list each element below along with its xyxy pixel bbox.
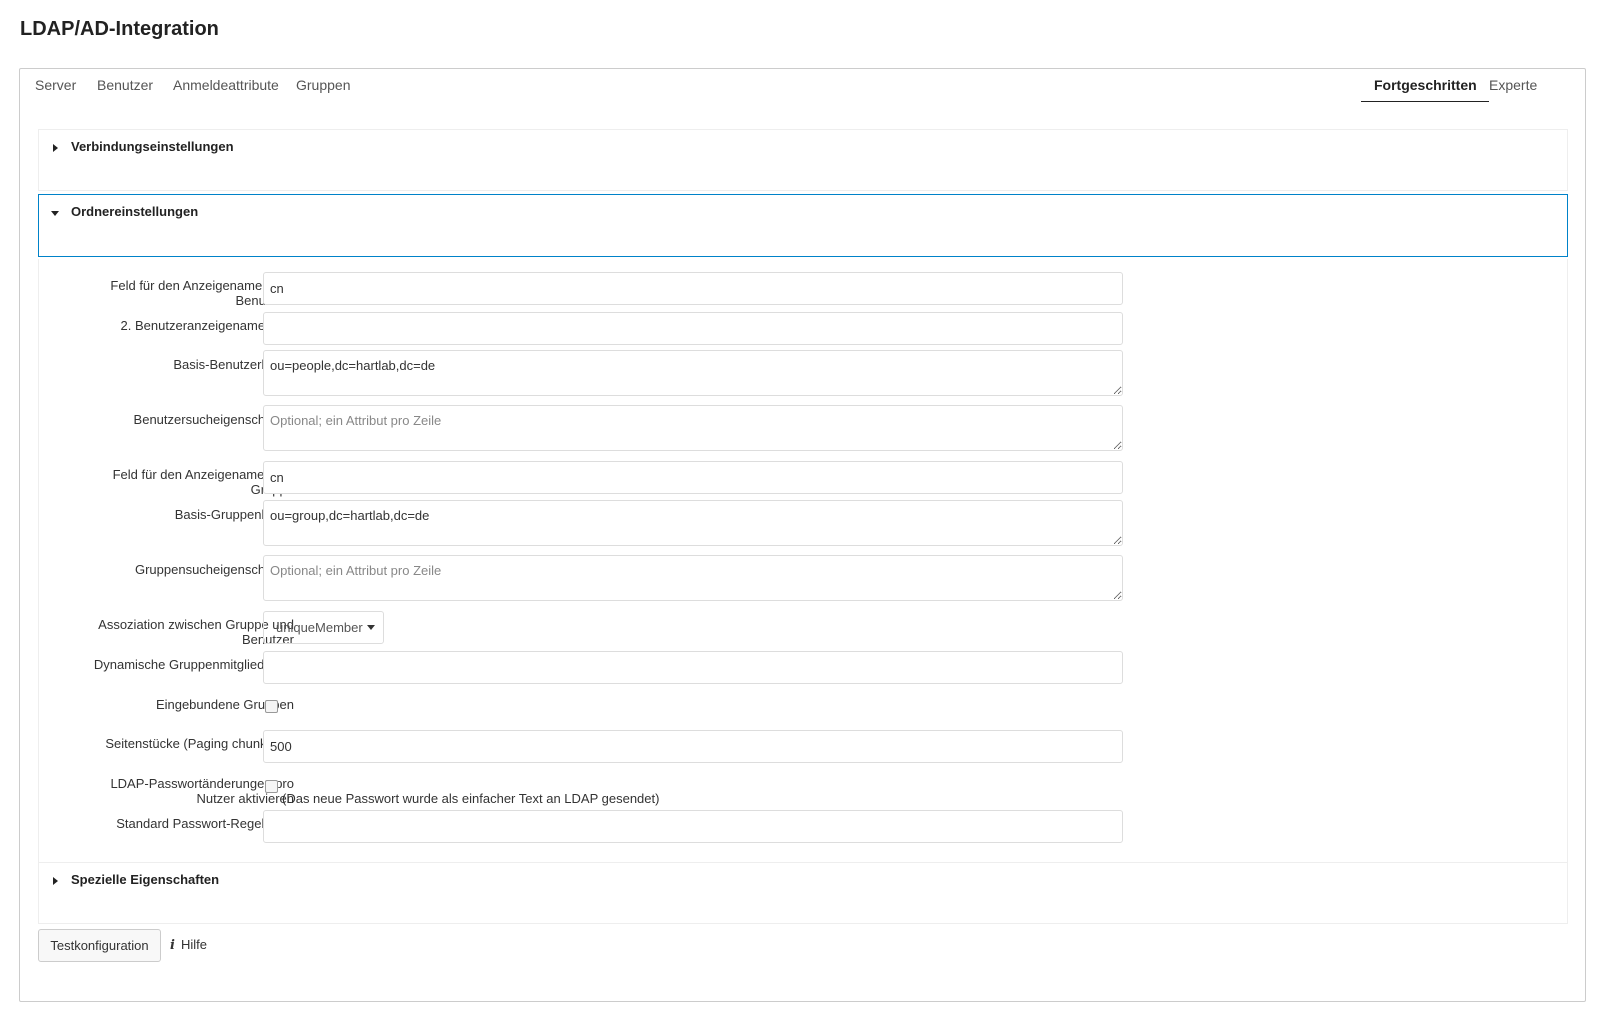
default-ppolicy-dn-input[interactable] [263,810,1123,843]
base-group-tree-textarea[interactable]: ou=group,dc=hartlab,dc=de [263,500,1123,546]
tab-anmeldeattribute[interactable]: Anmeldeattribute [173,77,279,101]
tab-fortgeschritten[interactable]: Fortgeschritten [1361,77,1489,102]
settings-panel: Server Benutzer Anmeldeattribute Gruppen… [19,68,1586,1002]
section-connection-title[interactable]: Verbindungseinstellungen [71,139,234,154]
section-special-title[interactable]: Spezielle Eigenschaften [71,872,219,887]
tab-gruppen[interactable]: Gruppen [296,77,350,101]
user-display-name-2-input[interactable] [263,312,1123,345]
ldap-password-change-checkbox[interactable] [265,780,278,793]
section-special: Spezielle Eigenschaften [38,862,1568,924]
tab-benutzer[interactable]: Benutzer [97,77,153,101]
section-directory-title[interactable]: Ordnereinstellungen [71,204,198,219]
ldap-password-change-label: LDAP-Passwortänderungen pro Nutzer aktiv… [110,776,294,806]
nested-groups-checkbox[interactable] [265,700,278,713]
caret-down-icon [367,625,375,630]
info-icon: i [170,938,175,953]
group-member-assoc-select[interactable]: uniqueMember [263,611,384,644]
nested-groups-label: Eingebundene Gruppen [155,697,294,712]
section-directory: Ordnereinstellungen [38,194,1568,257]
user-search-attrs-textarea[interactable] [263,405,1123,451]
group-display-name-input[interactable] [263,461,1123,494]
tab-server[interactable]: Server [35,77,76,101]
page-title: LDAP/AD-Integration [20,18,219,40]
dynamic-group-url-input[interactable] [263,651,1123,684]
base-user-tree-textarea[interactable]: ou=people,dc=hartlab,dc=de [263,350,1123,396]
expand-triangle-icon[interactable] [53,144,58,152]
user-display-name-input[interactable] [263,272,1123,305]
tab-bar: Server Benutzer Anmeldeattribute Gruppen… [20,69,1585,103]
help-link[interactable]: i Hilfe [170,937,207,953]
group-search-attrs-textarea[interactable] [263,555,1123,601]
group-member-assoc-value: uniqueMember [276,620,363,635]
paging-chunksize-input[interactable] [263,730,1123,763]
expand-triangle-icon[interactable] [53,877,58,885]
help-label: Hilfe [180,937,207,952]
test-configuration-button[interactable]: Testkonfiguration [38,929,161,962]
section-connection: Verbindungseinstellungen [38,129,1568,191]
tab-experte[interactable]: Experte [1489,77,1537,101]
collapse-triangle-icon[interactable] [51,211,59,216]
ldap-password-change-note: (Das neue Passwort wurde als einfacher T… [282,791,660,806]
